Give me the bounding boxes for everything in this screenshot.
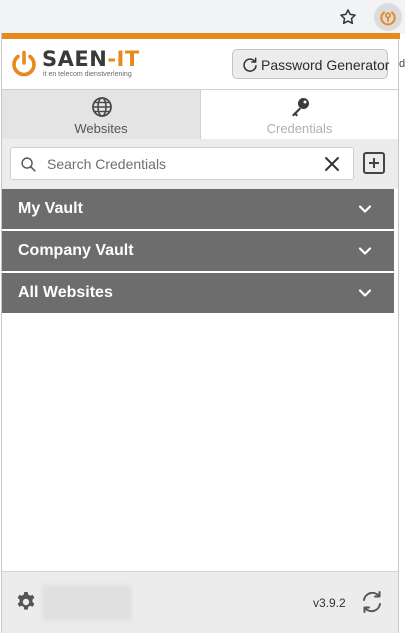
chevron-down-icon xyxy=(358,289,372,297)
power-logo-icon xyxy=(12,50,36,77)
search-box xyxy=(10,147,354,180)
vault-label: All Websites xyxy=(18,284,113,301)
saen-it-logo: SAEN-IT it en telecom dienstverlening xyxy=(10,47,160,82)
extension-button[interactable] xyxy=(374,3,402,31)
version-label: v3.9.2 xyxy=(313,596,346,610)
close-icon[interactable] xyxy=(323,155,341,173)
tab-credentials-label: Credentials xyxy=(266,121,333,136)
tab-bar: Websites Credentials xyxy=(2,89,398,140)
star-icon[interactable] xyxy=(338,7,358,27)
browser-toolbar xyxy=(0,0,405,34)
sync-icon[interactable] xyxy=(359,589,385,615)
chevron-down-icon xyxy=(358,247,372,255)
user-avatar-redacted xyxy=(42,585,132,621)
popup-header: SAEN-IT it en telecom dienstverlening Pa… xyxy=(2,39,398,89)
background-page-glyph: d xyxy=(399,58,405,70)
extension-popup: SAEN-IT it en telecom dienstverlening Pa… xyxy=(1,33,400,633)
logo-wordmark: SAEN-IT xyxy=(42,47,140,71)
key-icon xyxy=(292,98,309,117)
add-icon[interactable] xyxy=(362,151,386,175)
vault-label: Company Vault xyxy=(18,242,134,259)
chevron-down-icon xyxy=(358,205,372,213)
vault-label: My Vault xyxy=(18,200,83,217)
vault-row-company-vault[interactable]: Company Vault xyxy=(2,231,394,271)
refresh-icon xyxy=(243,57,257,72)
power-key-icon xyxy=(380,11,396,26)
globe-icon xyxy=(92,97,112,117)
gear-icon[interactable] xyxy=(14,590,38,614)
tab-credentials[interactable]: Credentials xyxy=(201,90,398,140)
tab-websites[interactable]: Websites xyxy=(2,90,201,140)
vault-row-all-websites[interactable]: All Websites xyxy=(2,273,394,313)
password-generator-label: Password Generator xyxy=(261,57,390,73)
tab-websites-label: Websites xyxy=(74,121,128,136)
search-icon xyxy=(21,157,36,172)
popup-footer: v3.9.2 xyxy=(2,571,398,633)
password-generator-button[interactable]: Password Generator xyxy=(232,49,390,79)
vault-list: My Vault Company Vault All Websites xyxy=(2,189,394,315)
search-row xyxy=(2,139,398,189)
vault-row-my-vault[interactable]: My Vault xyxy=(2,189,394,229)
search-input[interactable] xyxy=(47,152,307,176)
logo-tagline: it en telecom dienstverlening xyxy=(43,71,132,78)
